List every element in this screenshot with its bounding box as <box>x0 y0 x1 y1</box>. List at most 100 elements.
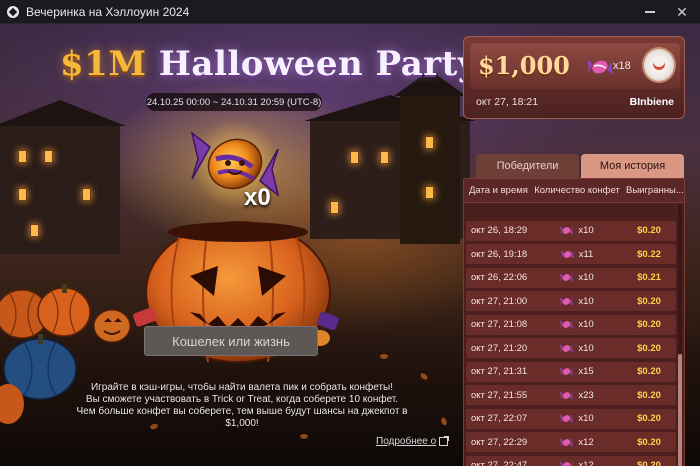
row-count: x12 <box>532 437 622 448</box>
row-count: x10 <box>532 343 622 354</box>
row-count-value: x15 <box>578 366 594 377</box>
table-rows: окт 26, 18:29 x10 $0.20 окт 26, 19:18 x11 $0.… <box>464 217 676 466</box>
history-table: Дата и время Количество конфет Выигранны… <box>463 178 685 466</box>
row-date: окт 27, 21:00 <box>471 295 528 307</box>
row-count-value: x12 <box>578 460 594 466</box>
minimize-button[interactable] <box>636 0 664 24</box>
description-line: Чем больше конфет вы соберете, тем выше … <box>76 406 408 429</box>
table-body: окт 26, 18:29 x10 $0.20 окт 26, 19:18 x11 $0.… <box>464 204 676 466</box>
scrollbar-thumb[interactable] <box>678 354 682 466</box>
table-row: окт 27, 21:31 x15 $0.20 <box>466 361 676 382</box>
row-count: x12 <box>532 460 622 466</box>
candy-icon <box>560 249 574 259</box>
row-count: x10 <box>532 319 622 330</box>
candy-count: x0 <box>244 184 271 211</box>
row-date: окт 27, 21:55 <box>471 389 528 401</box>
row-count-value: x12 <box>578 436 594 448</box>
table-header: Дата и время Количество конфет Выигранны… <box>464 179 684 203</box>
row-count: x15 <box>532 366 622 377</box>
row-date: окт 27, 22:07 <box>471 413 528 424</box>
row-date: окт 27, 21:31 <box>471 366 528 377</box>
table-scrollbar[interactable] <box>678 204 682 466</box>
row-won: $0.20 <box>637 460 661 466</box>
row-date: окт 26, 22:06 <box>471 272 528 283</box>
table-row: окт 26, 18:29 x10 $0.20 <box>466 220 676 241</box>
row-won: $0.20 <box>637 366 661 377</box>
row-won: $0.21 <box>637 272 661 283</box>
minimize-icon <box>645 11 655 13</box>
row-count-value: x11 <box>578 248 594 260</box>
row-date: окт 26, 18:29 <box>471 225 528 236</box>
row-won: $0.20 <box>637 295 661 307</box>
row-date: окт 26, 19:18 <box>471 248 528 260</box>
row-date: окт 27, 21:08 <box>471 319 528 330</box>
row-won: $0.20 <box>637 225 661 236</box>
tab-winners[interactable]: Победители <box>476 154 579 178</box>
event-title-text: Halloween Party <box>158 44 479 84</box>
row-won: $0.20 <box>637 413 661 424</box>
candy-icon <box>560 437 574 447</box>
row-won: $0.22 <box>637 248 661 260</box>
jackpot-candy-count: x18 <box>613 60 631 72</box>
candy-icon <box>560 226 574 235</box>
candy-icon <box>560 461 574 466</box>
table-row: окт 27, 21:00 x10 $0.20 <box>466 291 676 311</box>
trick-or-treat-button[interactable]: Кошелек или жизнь <box>144 326 318 356</box>
row-won: $0.20 <box>637 389 661 401</box>
row-count: x10 <box>532 296 622 307</box>
row-date: окт 27, 21:20 <box>471 342 528 354</box>
title-bar: Вечеринка на Хэллоуин 2024 ✕ <box>0 0 700 24</box>
row-date: окт 27, 22:47 <box>471 460 528 466</box>
row-won: $0.20 <box>637 436 661 448</box>
candy-icon <box>560 390 574 400</box>
external-link-icon <box>439 436 450 446</box>
row-count-value: x10 <box>578 413 594 424</box>
tab-my-history[interactable]: Моя история <box>581 154 684 178</box>
row-count-value: x10 <box>578 225 594 236</box>
description-line: Играйте в кэш-игры, чтобы найти валета п… <box>90 382 394 393</box>
winner-avatar <box>642 47 676 83</box>
row-won: $0.20 <box>637 319 661 330</box>
row-count-value: x10 <box>578 272 594 283</box>
candy-icon <box>587 59 613 75</box>
row-count: x10 <box>532 272 622 283</box>
row-count-value: x23 <box>578 389 594 401</box>
table-row: окт 27, 22:47 x12 $0.20 <box>466 455 676 466</box>
more-info-link[interactable]: Подробнее о <box>376 436 450 447</box>
candy-icon <box>560 273 574 282</box>
candy-icon <box>560 296 574 306</box>
background-house <box>400 94 460 244</box>
jackpot-time: окт 27, 18:21 <box>476 96 539 108</box>
more-info-label: Подробнее о <box>376 436 437 447</box>
jackpot-card: $1,000 x18 окт 27, 18:21 BInbiene <box>463 36 685 119</box>
row-count: x23 <box>532 390 622 401</box>
table-row: окт 27, 21:55 x23 $0.20 <box>466 385 676 405</box>
close-button[interactable]: ✕ <box>668 0 696 24</box>
event-dates: 24.10.25 00:00 ~ 24.10.31 20:59 (UTC-8) <box>146 93 322 111</box>
table-row: окт 27, 21:20 x10 $0.20 <box>466 338 676 358</box>
table-row: окт 27, 21:08 x10 $0.20 <box>466 314 676 335</box>
table-row: окт 27, 22:29 x12 $0.20 <box>466 432 676 452</box>
jackpot-banner: $1,000 x18 <box>470 43 680 89</box>
event-description: Играйте в кэш-игры, чтобы найти валета п… <box>60 382 424 430</box>
candy-icon <box>560 414 574 423</box>
description-line: Вы сможете участвовать в Trick or Treat,… <box>85 394 399 405</box>
row-count-value: x10 <box>578 342 594 354</box>
window-title: Вечеринка на Хэллоуин 2024 <box>26 4 190 19</box>
background-house <box>0 124 120 254</box>
candy-icon <box>560 320 574 329</box>
row-count: x10 <box>532 413 622 424</box>
event-title: $1M Halloween Party <box>60 44 478 84</box>
row-count: x11 <box>532 249 622 260</box>
table-row: окт 26, 22:06 x10 $0.21 <box>466 267 676 288</box>
jackpot-amount: $1,000 <box>478 51 570 80</box>
header-date: Дата и время <box>469 185 528 196</box>
row-date: окт 27, 22:29 <box>471 436 528 448</box>
row-won: $0.20 <box>637 342 661 354</box>
table-row: окт 26, 19:18 x11 $0.22 <box>466 244 676 264</box>
event-title-money: $1M <box>60 44 147 84</box>
header-count: Количество конфет <box>534 185 620 196</box>
candy-icon <box>560 367 574 376</box>
candy-icon <box>560 343 574 353</box>
jackpot-winner: BInbiene <box>629 96 674 108</box>
